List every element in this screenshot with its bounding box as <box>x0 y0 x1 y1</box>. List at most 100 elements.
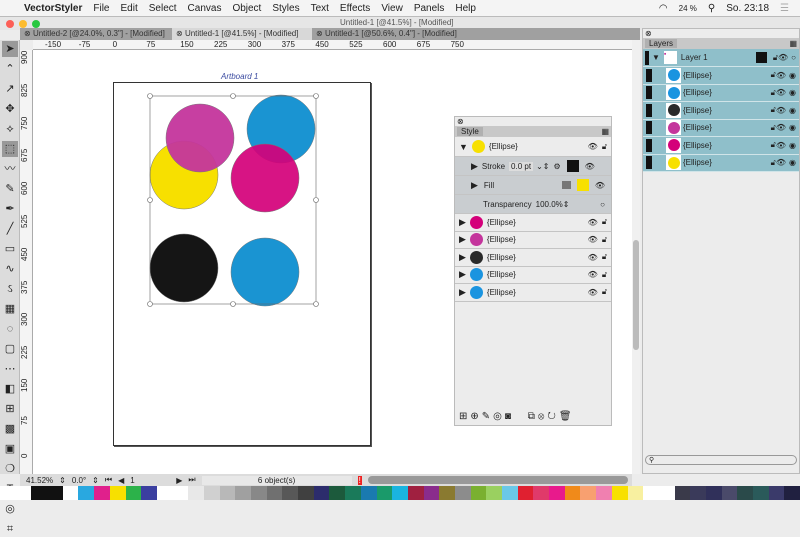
color-swatch[interactable] <box>251 486 267 500</box>
expand-triangle-icon[interactable]: ▶ <box>459 234 466 245</box>
target-icon[interactable]: ◉ <box>789 141 796 150</box>
layer-item-row[interactable]: {Ellipse} 🔓︎ 👁 ◉ <box>643 102 799 120</box>
add-fill-icon[interactable]: ⊕ <box>470 411 481 422</box>
stepper-icon[interactable]: ⇕ <box>59 476 66 485</box>
clock[interactable]: So. 23:18 <box>726 3 769 14</box>
page-field[interactable]: 1 <box>130 476 170 485</box>
item-label[interactable]: {Ellipse} <box>683 106 712 115</box>
selection-tool-icon[interactable]: ➤ <box>2 41 18 57</box>
horizontal-scrollbar[interactable] <box>367 476 628 484</box>
resize-handle[interactable] <box>313 301 319 307</box>
color-swatch[interactable] <box>533 486 550 500</box>
lock-icon[interactable]: 🔓︎ <box>602 270 607 280</box>
item-label[interactable]: {Ellipse} <box>683 123 712 132</box>
menu-effects[interactable]: Effects <box>340 3 370 14</box>
color-swatch[interactable] <box>658 486 675 500</box>
style-item-row[interactable]: ▶ {Ellipse} 👁 🔓︎ <box>455 249 611 267</box>
eye-icon[interactable]: 👁 <box>778 53 788 62</box>
menu-object[interactable]: Object <box>232 3 261 14</box>
camera-icon[interactable]: ◙ <box>505 411 514 422</box>
layer-item-row[interactable]: {Ellipse} 🔓︎ 👁 ◉ <box>643 67 799 85</box>
target-icon[interactable]: ○ <box>791 53 796 62</box>
stroke-width-field[interactable]: 0.0 pt <box>509 161 534 171</box>
target-icon[interactable]: ◉ <box>789 123 796 132</box>
color-swatch[interactable] <box>31 486 48 500</box>
wifi-icon[interactable]: ◠ <box>659 3 668 14</box>
target-icon[interactable]: ◉ <box>789 71 796 80</box>
ellipse-cyan-bottom[interactable] <box>230 237 300 307</box>
close-tab-icon[interactable]: ⊗ <box>176 29 185 38</box>
layers-panel-title[interactable]: Layers <box>645 39 678 48</box>
tab-untitled-2[interactable]: ⊗ Untitled-2 [@24.0%, 0.3"] - [Modified] <box>20 28 172 40</box>
battery-label[interactable]: 24 % <box>679 4 697 13</box>
eye-icon[interactable]: 👁 <box>776 71 786 80</box>
layer-item-row[interactable]: {Ellipse} 🔓︎ 👁 ◉ <box>643 154 799 172</box>
angle-field[interactable]: 0.0° <box>72 476 86 485</box>
color-swatch[interactable] <box>329 486 346 500</box>
stroke-settings-icon[interactable]: ⚙ <box>553 162 560 171</box>
color-swatch[interactable] <box>345 486 361 500</box>
color-swatch[interactable] <box>62 486 79 500</box>
expand-triangle-icon[interactable]: ▶ <box>471 180 478 191</box>
smooth-tool-icon[interactable]: ઽ <box>2 281 18 297</box>
marquee-tool-icon[interactable]: ⬚ <box>2 141 18 157</box>
eye-icon[interactable]: 👁 <box>585 162 595 171</box>
menu-text[interactable]: Text <box>311 3 329 14</box>
color-swatch[interactable] <box>282 486 299 500</box>
tab-untitled-1[interactable]: ⊗ Untitled-1 [@41.5%] - [Modified] <box>172 28 312 40</box>
layers-search[interactable]: ⚲ <box>645 455 797 465</box>
transparency-row[interactable]: Transparency 100.0% ⇕ ○ <box>455 195 611 214</box>
eye-icon[interactable]: 👁 <box>588 235 598 244</box>
color-swatch[interactable] <box>203 486 220 500</box>
eye-icon[interactable]: 👁 <box>595 181 605 190</box>
item-label[interactable]: {Ellipse} <box>683 141 712 150</box>
close-tab-icon[interactable]: ⊗ <box>316 29 325 38</box>
style-icon[interactable]: ◎ <box>493 411 505 422</box>
menu-styles[interactable]: Styles <box>272 3 299 14</box>
menu-view[interactable]: View <box>381 3 403 14</box>
resize-handle[interactable] <box>147 197 153 203</box>
app-menu[interactable]: VectorStyler <box>24 3 82 14</box>
color-swatch[interactable] <box>47 486 63 500</box>
color-swatch[interactable] <box>674 486 691 500</box>
style-item-row[interactable]: ▶ {Ellipse} 👁 🔓︎ <box>455 284 611 302</box>
layer-item-row[interactable]: {Ellipse} 🔓︎ 👁 ◉ <box>643 84 799 102</box>
color-swatch[interactable] <box>580 486 597 500</box>
vertical-scrollbar[interactable] <box>632 40 640 474</box>
line-tool-icon[interactable]: ╱ <box>2 221 18 237</box>
crop-tool-icon[interactable]: ⌗ <box>2 521 18 537</box>
stroke-style-dropdown[interactable]: ⌄⇕ <box>536 162 549 171</box>
prev-page-button[interactable]: ◀ <box>118 476 124 485</box>
radio-icon[interactable]: ○ <box>600 200 605 209</box>
color-swatch[interactable] <box>643 486 659 500</box>
color-swatch[interactable] <box>627 486 644 500</box>
add-effect-icon[interactable]: ✎ <box>482 411 493 422</box>
eye-icon[interactable]: 👁 <box>588 142 598 151</box>
close-window-button[interactable] <box>6 20 14 28</box>
zoom-window-button[interactable] <box>32 20 40 28</box>
search-icon[interactable]: ⚲ <box>708 3 715 14</box>
color-swatch[interactable] <box>784 486 800 500</box>
ellipse-purple[interactable] <box>165 103 235 173</box>
trash-icon[interactable]: 🗑︎ <box>559 411 575 422</box>
pen-tool-icon[interactable]: ✒ <box>2 201 18 217</box>
color-swatch[interactable] <box>768 486 785 500</box>
expand-triangle-icon[interactable]: ▶ <box>459 269 466 280</box>
lock-icon[interactable]: 🔓︎ <box>602 217 607 227</box>
color-swatch[interactable] <box>737 486 753 500</box>
style-item-row[interactable]: ▶ {Ellipse} 👁 🔓︎ <box>455 214 611 232</box>
alert-icon[interactable]: ! <box>357 475 362 485</box>
menu-canvas[interactable]: Canvas <box>188 3 222 14</box>
color-swatch[interactable] <box>690 486 706 500</box>
layer-color-swatch[interactable] <box>755 52 767 63</box>
clear-icon[interactable]: ⊗ <box>538 411 548 422</box>
minimize-window-button[interactable] <box>19 20 27 28</box>
color-swatch[interactable] <box>439 486 455 500</box>
frame-tool-icon[interactable]: ▢ <box>2 341 18 357</box>
color-swatch[interactable] <box>611 486 628 500</box>
eye-icon[interactable]: 👁 <box>588 218 598 227</box>
lock-icon[interactable]: 🔓︎ <box>602 252 607 262</box>
menu-edit[interactable]: Edit <box>121 3 138 14</box>
color-swatch[interactable] <box>470 486 487 500</box>
item-label[interactable]: {Ellipse} <box>683 71 712 80</box>
